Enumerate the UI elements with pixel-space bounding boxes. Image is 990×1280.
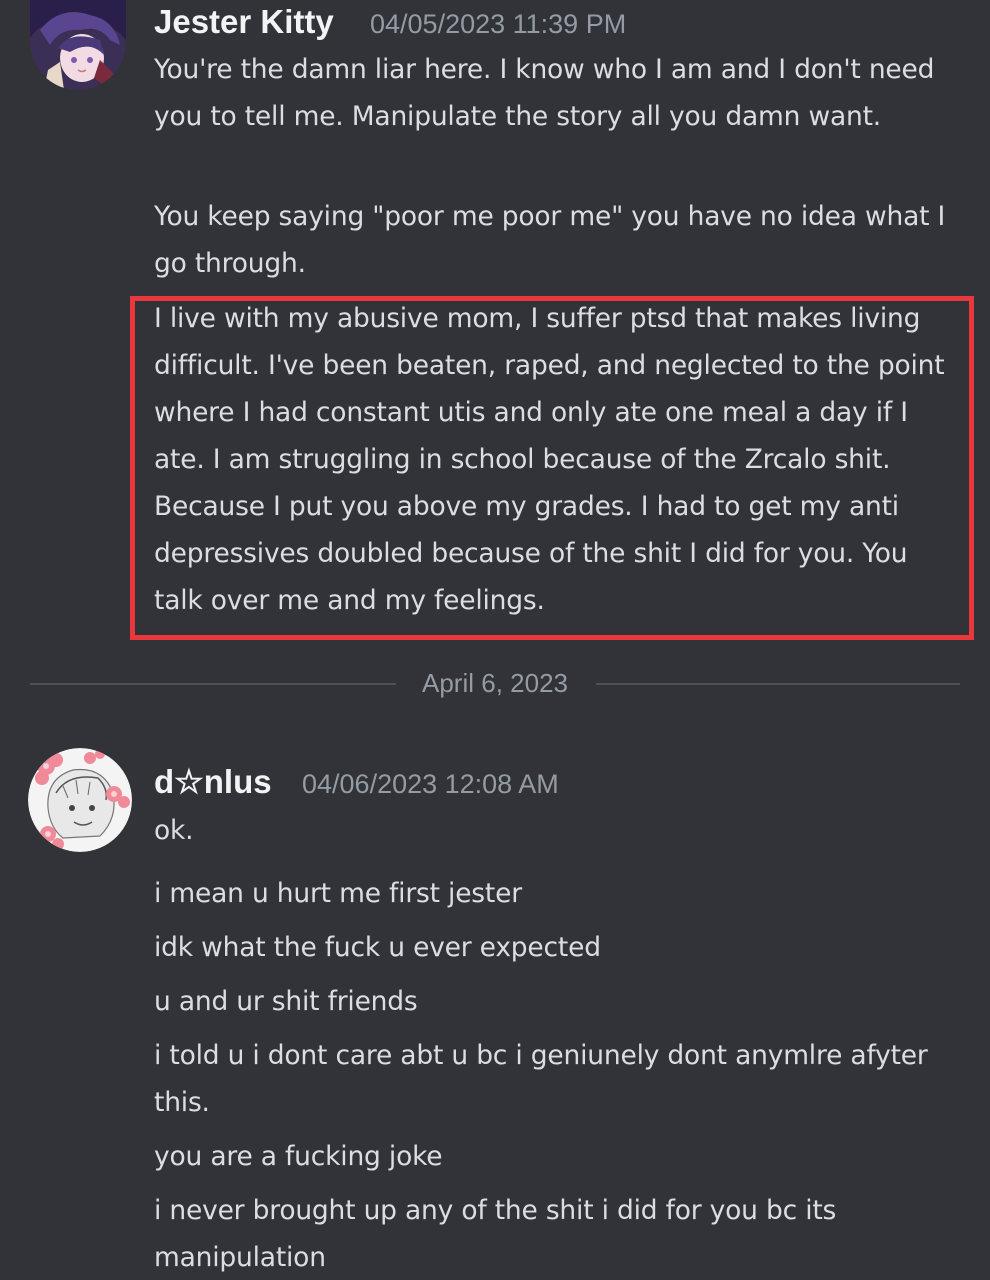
- danlus-avatar[interactable]: [28, 748, 132, 852]
- date-divider-line-left: [30, 683, 396, 685]
- message-timestamp: 04/05/2023 11:39 PM: [370, 9, 627, 39]
- date-divider-line-right: [596, 683, 960, 685]
- message-timestamp: 04/06/2023 12:08 AM: [302, 769, 559, 799]
- message-text: You're the damn liar here. I know who I …: [154, 54, 935, 132]
- message-text: i never brought up any of the shit i did…: [154, 1195, 837, 1273]
- anime-avatar-icon: [30, 0, 126, 90]
- message-text: u and ur shit friends: [154, 986, 418, 1017]
- message-text: you are a fucking joke: [154, 1141, 443, 1172]
- message-text: i mean u hurt me first jester: [154, 878, 522, 909]
- red-highlight-box: [130, 296, 974, 640]
- sketch-avatar-with-flowers-icon: [28, 748, 132, 852]
- date-divider: April 6, 2023: [422, 668, 568, 698]
- message-text: idk what the fuck u ever expected: [154, 932, 601, 963]
- message-text: i told u i dont care abt u bc i geniunel…: [154, 1040, 928, 1118]
- jester-kitty-avatar[interactable]: [30, 0, 126, 90]
- message-username[interactable]: Jester Kitty: [154, 2, 334, 42]
- message-text: You keep saying "poor me poor me" you ha…: [154, 201, 946, 279]
- message-text: ok.: [154, 815, 194, 846]
- message-username[interactable]: d☆nlus: [154, 762, 272, 802]
